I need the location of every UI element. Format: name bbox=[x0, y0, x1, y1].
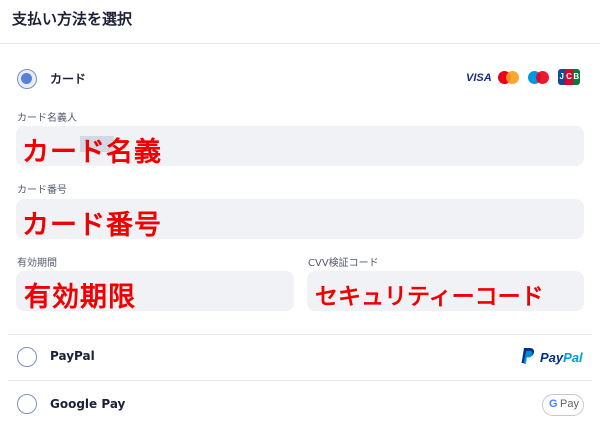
cvv-label: CVV検証コード bbox=[308, 258, 379, 269]
header: 支払い方法を選択 bbox=[0, 0, 600, 44]
mastercard-icon bbox=[498, 71, 520, 85]
paypal-label: PayPal bbox=[50, 349, 95, 363]
card-radio[interactable] bbox=[17, 69, 37, 89]
jcb-icon: J C B bbox=[558, 69, 580, 85]
divider bbox=[8, 380, 592, 381]
maestro-icon bbox=[528, 71, 550, 85]
paypal-logo-text: PayPal bbox=[540, 350, 583, 365]
card-name-field[interactable]: カード名義 bbox=[16, 126, 584, 166]
googlepay-radio[interactable] bbox=[17, 394, 37, 414]
page-title: 支払い方法を選択 bbox=[12, 10, 133, 28]
expiry-label: 有効期間 bbox=[17, 258, 57, 269]
card-number-field[interactable]: カード番号 bbox=[16, 199, 584, 239]
divider bbox=[8, 334, 592, 335]
card-name-value: カード名義 bbox=[22, 137, 162, 166]
cvv-value: セキュリティーコード bbox=[315, 284, 544, 310]
card-name-label: カード名義人 bbox=[17, 113, 77, 124]
google-g-icon: G bbox=[549, 398, 558, 410]
googlepay-label: Google Pay bbox=[50, 397, 126, 411]
expiry-value: 有効期限 bbox=[24, 282, 136, 311]
paypal-p-icon bbox=[521, 348, 535, 364]
google-pay-badge: G Pay bbox=[542, 394, 584, 416]
card-number-label: カード番号 bbox=[17, 185, 67, 196]
card-number-value: カード番号 bbox=[22, 210, 162, 239]
visa-logo-icon: VISA bbox=[466, 72, 492, 84]
paypal-radio[interactable] bbox=[17, 347, 37, 367]
card-label: カード bbox=[50, 72, 87, 86]
cvv-field[interactable]: セキュリティーコード bbox=[307, 271, 584, 311]
expiry-field[interactable]: 有効期限 bbox=[16, 271, 294, 311]
